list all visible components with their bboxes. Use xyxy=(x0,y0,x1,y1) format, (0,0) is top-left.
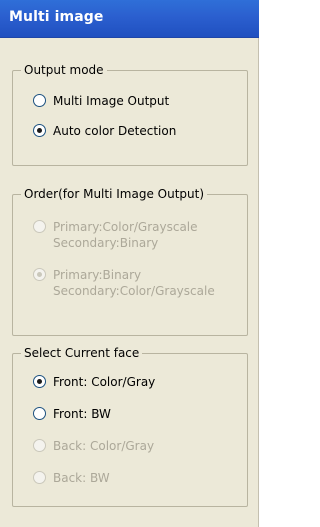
radio-auto-color-detection[interactable]: Auto color Detection xyxy=(33,123,176,139)
radio-label: Back: BW xyxy=(53,471,110,485)
radio-back-color-gray[interactable]: Back: Color/Gray xyxy=(33,438,154,454)
radio-front-color-gray[interactable]: Front: Color/Gray xyxy=(33,374,155,390)
order-legend: Order(for Multi Image Output) xyxy=(21,186,208,202)
radio-label: Front: BW xyxy=(53,407,111,421)
radio-button-icon[interactable] xyxy=(33,439,46,452)
radio-primary-color-grayscale[interactable]: Primary:Color/Grayscale Secondary:Binary xyxy=(33,219,198,251)
option-line-1: Primary:Binary xyxy=(53,268,142,282)
title-bar: Multi image xyxy=(0,0,259,38)
radio-button-icon[interactable] xyxy=(33,471,46,484)
radio-button-icon[interactable] xyxy=(33,94,46,107)
radio-label: Auto color Detection xyxy=(53,124,177,138)
multi-image-panel: Multi image Output mode Multi Image Outp… xyxy=(0,0,259,527)
radio-button-icon[interactable] xyxy=(33,407,46,420)
radio-button-icon[interactable] xyxy=(33,220,46,233)
radio-label: Back: Color/Gray xyxy=(53,439,155,453)
window-title: Multi image xyxy=(9,9,104,25)
radio-back-bw[interactable]: Back: BW xyxy=(33,470,110,486)
radio-label: Primary:Binary Secondary:Color/Grayscale xyxy=(53,267,215,299)
current-face-legend: Select Current face xyxy=(21,345,143,361)
order-group: Order(for Multi Image Output) Primary:Co… xyxy=(12,186,248,336)
radio-label: Multi Image Output xyxy=(53,94,170,108)
radio-primary-binary[interactable]: Primary:Binary Secondary:Color/Grayscale xyxy=(33,267,215,299)
radio-label: Primary:Color/Grayscale Secondary:Binary xyxy=(53,219,198,251)
current-face-group: Select Current face Front: Color/Gray Fr… xyxy=(12,345,248,507)
radio-multi-image-output[interactable]: Multi Image Output xyxy=(33,93,169,109)
option-line-2: Secondary:Binary xyxy=(53,236,159,250)
radio-button-icon[interactable] xyxy=(33,375,46,388)
output-mode-legend: Output mode xyxy=(21,62,107,78)
option-line-2: Secondary:Color/Grayscale xyxy=(53,284,215,298)
radio-front-bw[interactable]: Front: BW xyxy=(33,406,111,422)
output-mode-group: Output mode Multi Image Output Auto colo… xyxy=(12,62,248,166)
option-line-1: Primary:Color/Grayscale xyxy=(53,220,198,234)
radio-button-icon[interactable] xyxy=(33,268,46,281)
radio-button-icon[interactable] xyxy=(33,124,46,137)
radio-label: Front: Color/Gray xyxy=(53,375,156,389)
